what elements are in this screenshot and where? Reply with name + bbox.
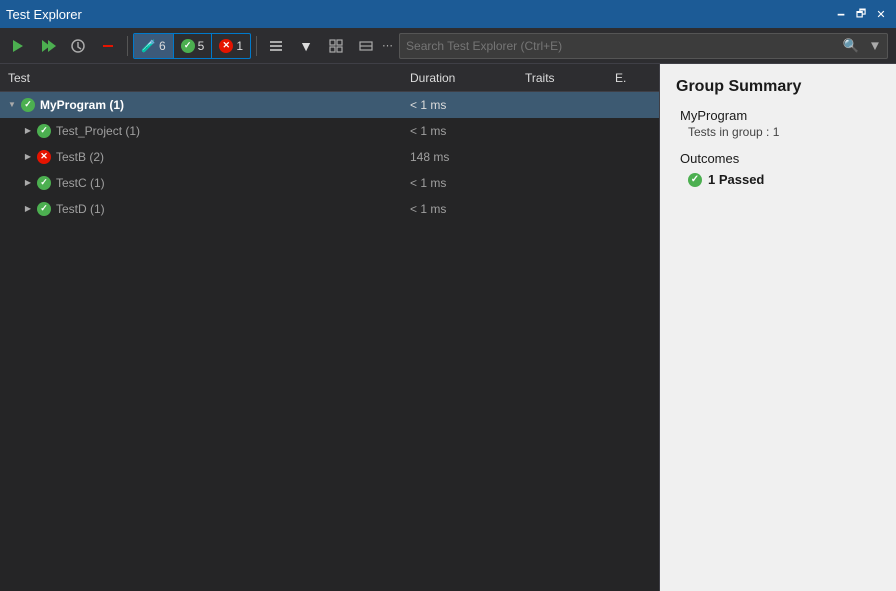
filter-all-count: 6: [159, 39, 166, 53]
col-header-duration: Duration: [410, 71, 525, 85]
sort-button[interactable]: ▼: [292, 33, 320, 59]
toolbar: 🧪 6 ✓ 5 ✕ 1 ▼: [0, 28, 896, 64]
summary-panel: Group Summary MyProgram Tests in group :…: [660, 64, 896, 591]
filter-failed-count: 1: [236, 39, 243, 53]
group-button[interactable]: [262, 33, 290, 59]
expand-toggle[interactable]: [20, 123, 36, 139]
test-status-icon: ✓: [20, 97, 36, 113]
collapse-all-button[interactable]: [352, 33, 380, 59]
test-items: ✓ MyProgram (1) < 1 ms: [0, 92, 659, 591]
chevron-right-icon: [25, 151, 31, 162]
test-status-icon: ✓: [36, 175, 52, 191]
test-label: TestB (2): [56, 150, 410, 164]
chevron-down-icon: [8, 99, 16, 110]
expand-toggle[interactable]: [4, 97, 20, 113]
test-label: TestD (1): [56, 202, 410, 216]
debug-icon: [70, 38, 86, 54]
table-row[interactable]: ✕ TestB (2) 148 ms: [0, 144, 659, 170]
pass-icon: ✓: [37, 176, 51, 190]
test-status-icon: ✓: [36, 123, 52, 139]
pass-filter-icon: ✓: [181, 39, 195, 53]
cancel-icon: [100, 38, 116, 54]
filter-passed-button[interactable]: ✓ 5: [174, 34, 213, 58]
pass-icon: ✓: [37, 124, 51, 138]
minimize-button[interactable]: 🗕: [832, 5, 850, 23]
column-headers: Test Duration Traits E.: [0, 64, 659, 92]
expand-toggle[interactable]: [20, 201, 36, 217]
test-duration: < 1 ms: [410, 202, 525, 216]
search-options-button[interactable]: ▼: [863, 34, 887, 58]
test-status-icon: ✕: [36, 149, 52, 165]
test-label: Test_Project (1): [56, 124, 410, 138]
expand-all-icon: [328, 38, 344, 54]
test-status-icon: ✓: [36, 201, 52, 217]
run-all-icon: [10, 38, 26, 54]
search-button[interactable]: 🔍: [839, 34, 863, 58]
run-selected-icon: [40, 38, 56, 54]
maximize-button[interactable]: 🗗: [852, 5, 870, 23]
collapse-all-icon: [358, 38, 374, 54]
filter-failed-button[interactable]: ✕ 1: [212, 34, 250, 58]
summary-outcomes-label: Outcomes: [680, 151, 880, 166]
cancel-button[interactable]: [94, 33, 122, 59]
title-bar: Test Explorer 🗕 🗗 ✕: [0, 0, 896, 28]
search-box: 🔍 ▼: [399, 33, 888, 59]
pass-icon: ✓: [21, 98, 35, 112]
chevron-right-icon: [25, 125, 31, 136]
test-label: MyProgram (1): [40, 98, 410, 112]
col-header-traits: Traits: [525, 71, 615, 85]
debug-button[interactable]: [64, 33, 92, 59]
more-options-indicator: ⋯: [382, 39, 393, 52]
toolbar-separator-1: [127, 36, 128, 56]
test-duration: < 1 ms: [410, 124, 525, 138]
summary-outcome-row: ✓ 1 Passed: [688, 172, 880, 187]
test-list-panel: Test Duration Traits E. ✓ My: [0, 64, 660, 591]
summary-title: Group Summary: [676, 78, 880, 96]
col-header-test: Test: [4, 71, 410, 85]
group-icon: [268, 38, 284, 54]
table-row[interactable]: ✓ TestD (1) < 1 ms: [0, 196, 659, 222]
run-all-button[interactable]: [4, 33, 32, 59]
main-window: Test Explorer 🗕 🗗 ✕: [0, 0, 896, 591]
summary-group-name: MyProgram: [680, 108, 880, 123]
filter-group: 🧪 6 ✓ 5 ✕ 1: [133, 33, 251, 59]
search-input[interactable]: [400, 36, 839, 56]
title-bar-left: Test Explorer: [6, 7, 82, 22]
chevron-right-icon: [25, 177, 31, 188]
expand-toggle[interactable]: [20, 149, 36, 165]
test-duration: < 1 ms: [410, 98, 525, 112]
toolbar-separator-2: [256, 36, 257, 56]
test-duration: < 1 ms: [410, 176, 525, 190]
title-bar-controls: 🗕 🗗 ✕: [832, 5, 890, 23]
fail-filter-icon: ✕: [219, 39, 233, 53]
window-title: Test Explorer: [6, 7, 82, 22]
test-label: TestC (1): [56, 176, 410, 190]
test-duration: 148 ms: [410, 150, 525, 164]
col-header-e: E.: [615, 71, 655, 85]
fail-icon: ✕: [37, 150, 51, 164]
summary-tests-in-group: Tests in group : 1: [688, 125, 880, 139]
table-row[interactable]: ✓ TestC (1) < 1 ms: [0, 170, 659, 196]
table-row[interactable]: ✓ Test_Project (1) < 1 ms: [0, 118, 659, 144]
expand-all-button[interactable]: [322, 33, 350, 59]
run-selected-button[interactable]: [34, 33, 62, 59]
outcome-pass-icon: ✓: [688, 173, 702, 187]
filter-passed-count: 5: [198, 39, 205, 53]
content-area: Test Duration Traits E. ✓ My: [0, 64, 896, 591]
pass-icon: ✓: [37, 202, 51, 216]
summary-passed-label: 1 Passed: [708, 172, 764, 187]
expand-toggle[interactable]: [20, 175, 36, 191]
filter-all-button[interactable]: 🧪 6: [134, 34, 174, 58]
chevron-right-icon: [25, 203, 31, 214]
flask-icon: 🧪: [141, 39, 156, 53]
table-row[interactable]: ✓ MyProgram (1) < 1 ms: [0, 92, 659, 118]
close-button[interactable]: ✕: [872, 5, 890, 23]
